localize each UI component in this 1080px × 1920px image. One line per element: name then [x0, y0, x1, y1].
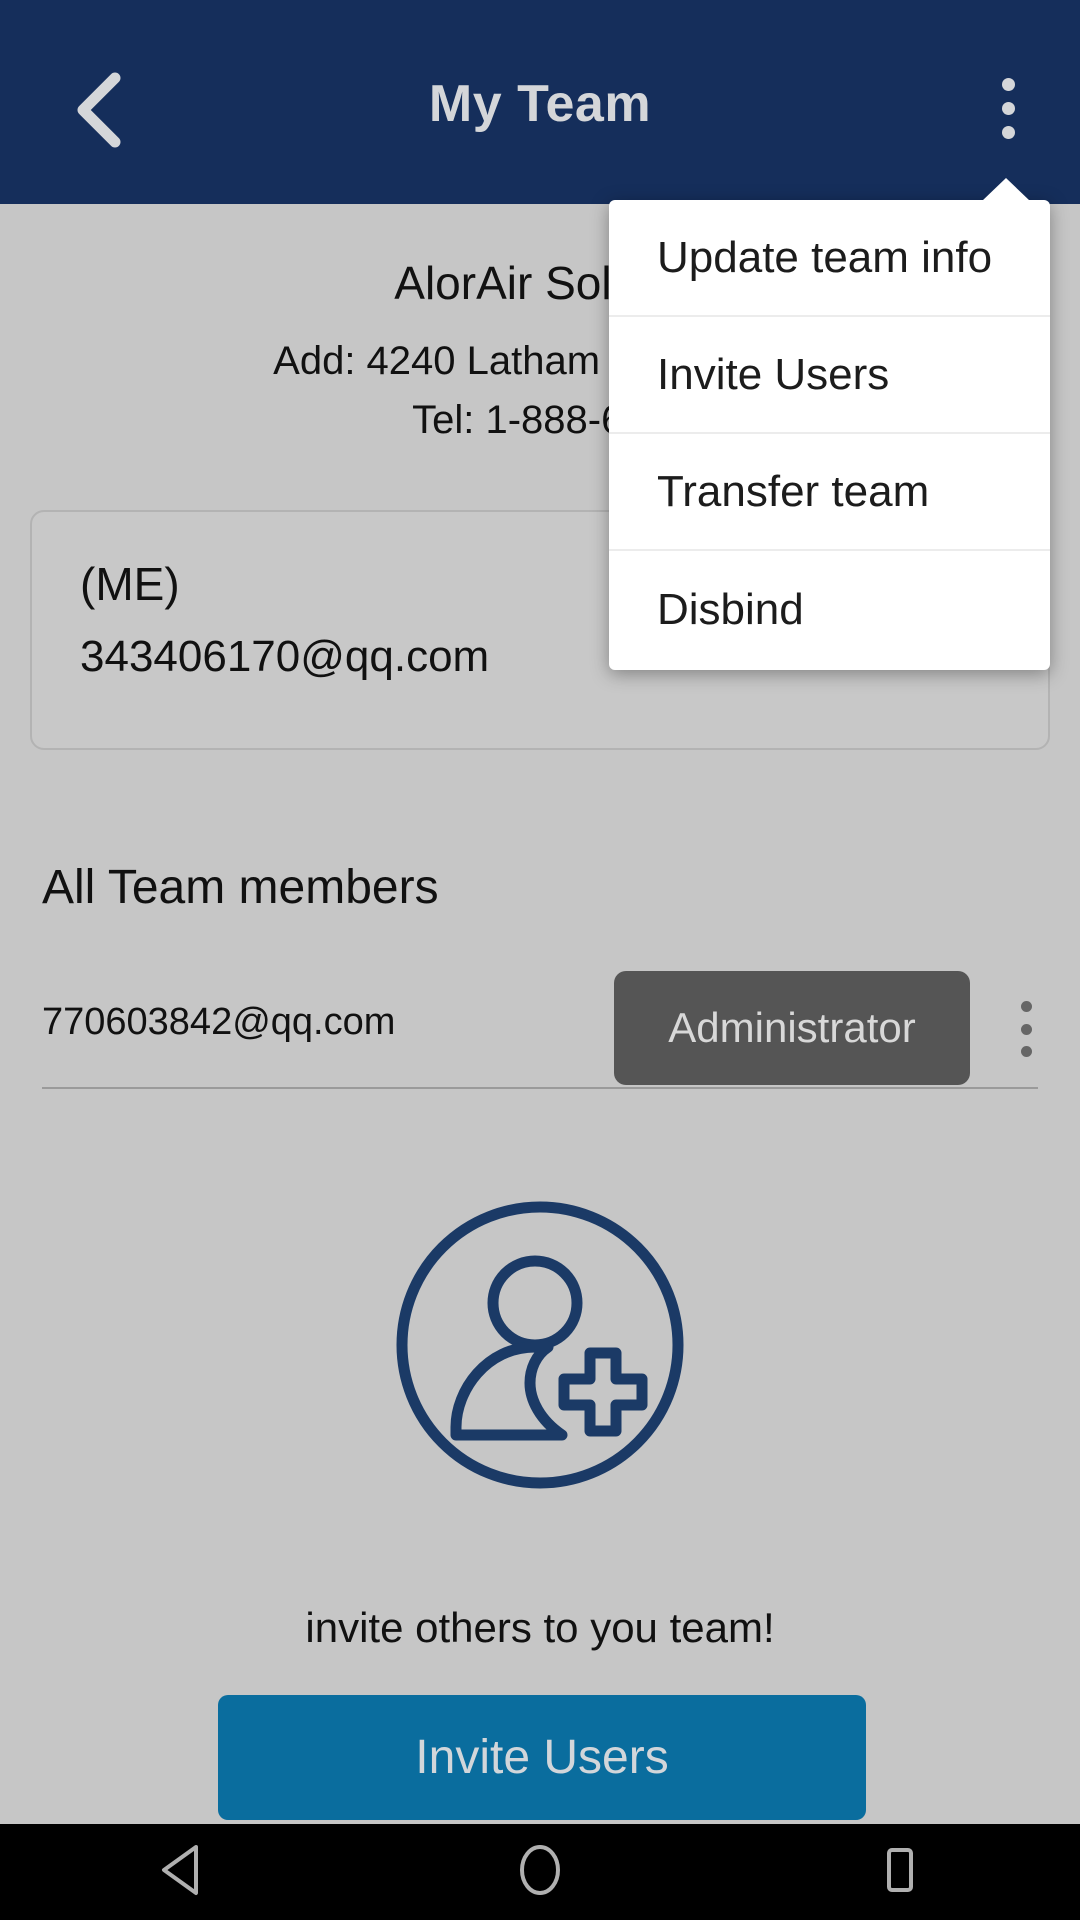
android-navigation-bar	[0, 1824, 1080, 1920]
overflow-menu-button[interactable]	[966, 62, 1050, 154]
member-email: 770603842@qq.com	[42, 1001, 396, 1043]
nav-home-button[interactable]	[480, 1824, 600, 1920]
menu-item-update-team-info[interactable]: Update team info	[609, 200, 1050, 317]
all-team-members-heading: All Team members	[42, 861, 439, 914]
more-vertical-icon-dot-3	[1001, 125, 1015, 139]
table-row[interactable]: 770603842@qq.com Administrator	[0, 965, 1080, 1093]
overflow-dropdown-menu: Update team info Invite Users Transfer t…	[609, 178, 1050, 670]
me-email: 343406170@qq.com	[80, 632, 490, 681]
menu-item-disbind[interactable]: Disbind	[609, 551, 1050, 668]
add-user-icon	[390, 1195, 690, 1495]
menu-item-invite-users[interactable]: Invite Users	[609, 317, 1050, 434]
more-vertical-icon-dot-1	[1001, 77, 1015, 91]
more-vertical-icon-dot-3	[1020, 1046, 1032, 1057]
app-bar: My Team	[0, 0, 1080, 204]
member-overflow-button[interactable]	[1014, 1001, 1038, 1057]
nav-back-button[interactable]	[120, 1824, 240, 1920]
dropdown-arrow-icon	[982, 178, 1030, 201]
page-title: My Team	[428, 75, 652, 133]
more-vertical-icon-dot-2	[1020, 1023, 1032, 1035]
menu-item-transfer-team[interactable]: Transfer team	[609, 434, 1050, 551]
member-list-divider	[42, 1087, 1038, 1089]
nav-recents-button[interactable]	[840, 1824, 960, 1920]
status-badge[interactable]: Administrator	[614, 971, 970, 1085]
nav-home-circle-icon	[513, 1843, 567, 1902]
nav-recents-square-icon	[876, 1843, 924, 1902]
more-vertical-icon-dot-2	[1001, 101, 1015, 115]
invite-users-button[interactable]: Invite Users	[218, 1695, 866, 1820]
more-vertical-icon-dot-1	[1020, 1001, 1032, 1012]
invite-hint-text: invite others to you team!	[305, 1604, 775, 1651]
nav-back-triangle-icon	[156, 1843, 204, 1902]
app-screen: My Team AlorAir Solutio Add: 4240 Latham…	[0, 0, 1080, 1920]
me-label: (ME)	[80, 558, 180, 610]
